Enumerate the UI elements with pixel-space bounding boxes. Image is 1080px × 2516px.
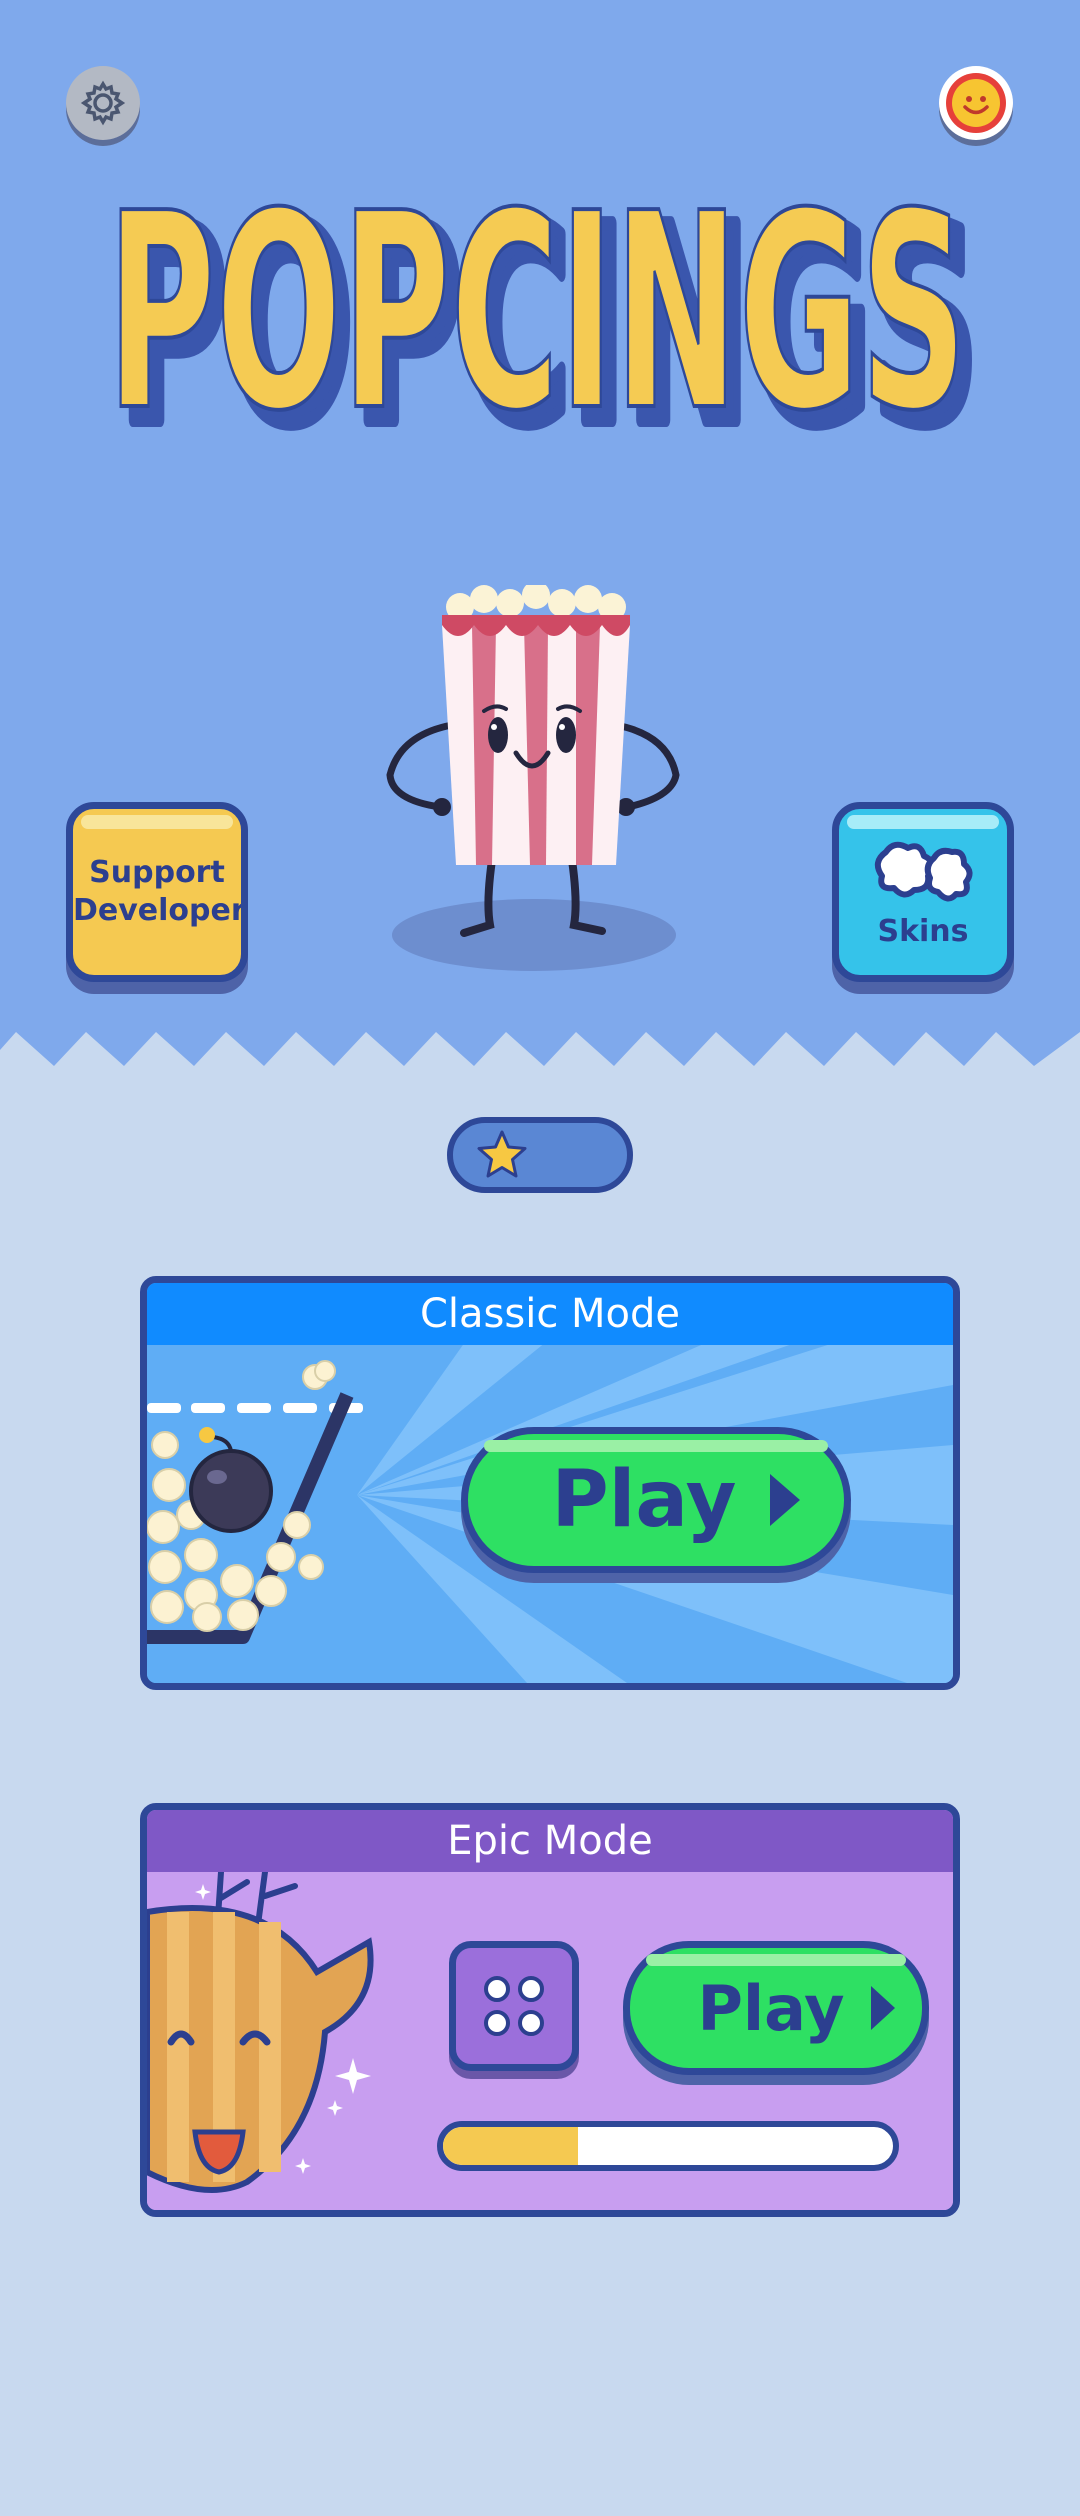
classic-play-label: Play: [551, 1455, 737, 1545]
epic-mode-title: Epic Mode: [147, 1810, 953, 1872]
skins-label: Skins: [877, 913, 969, 949]
profile-button[interactable]: [939, 66, 1013, 140]
epic-play-button[interactable]: Play: [623, 1941, 929, 2075]
random-dice-button[interactable]: [449, 1941, 579, 2071]
classic-play-button[interactable]: Play: [461, 1427, 851, 1573]
epic-progress-fill: [443, 2127, 578, 2165]
support-developers-label: Support Developers: [73, 855, 248, 928]
gear-icon: [80, 80, 126, 126]
support-developers-button[interactable]: Support Developers: [66, 802, 248, 982]
star-icon: [477, 1130, 527, 1178]
play-arrow-icon: [770, 1474, 801, 1526]
play-arrow-icon: [870, 1986, 895, 2030]
game-title: POPCINGS POPCINGS: [105, 153, 986, 450]
epic-play-label: Play: [697, 1971, 845, 2045]
epic-progress-bar: [437, 2121, 899, 2171]
dice-icon: [484, 1976, 544, 2036]
skins-button[interactable]: Skins: [832, 802, 1014, 982]
star-counter: [447, 1117, 633, 1193]
classic-mode-card: Classic Mode Play: [140, 1276, 960, 1690]
smiley-face-icon: [946, 73, 1006, 133]
popcorn-mascot: [386, 585, 680, 971]
title-text: POPCINGS: [107, 155, 967, 450]
classic-mode-title: Classic Mode: [147, 1283, 953, 1345]
settings-button[interactable]: [66, 66, 140, 140]
epic-mode-card: Epic Mode Play: [140, 1803, 960, 2217]
popcorn-kernels-icon: [874, 841, 973, 901]
